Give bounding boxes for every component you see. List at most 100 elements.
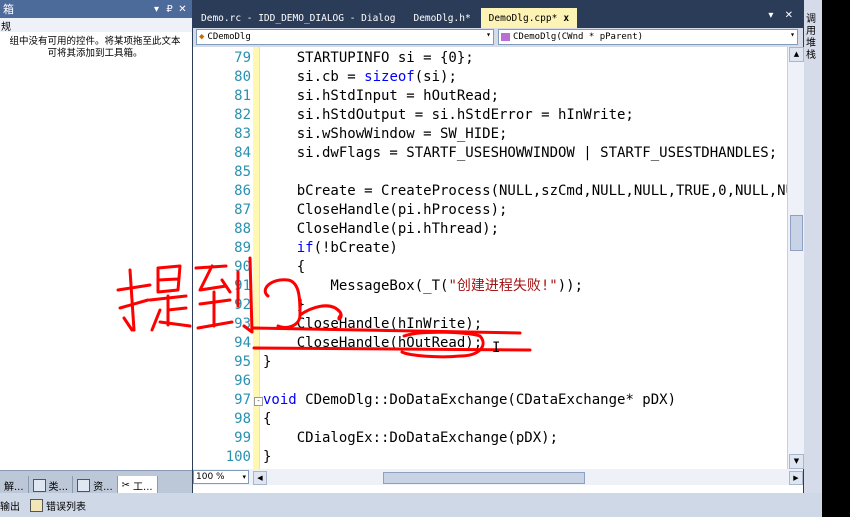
toolbox-panel: 箱 ▾ ₽ ✕ 规 组中没有可用的控件。将某项拖至此文本 可将其添加到工具箱。 …	[0, 0, 192, 494]
code-line[interactable]: MessageBox(_T("创建进程失败!"));	[263, 277, 787, 296]
code-line[interactable]: si.cb = sizeof(si);	[263, 68, 787, 87]
code-line[interactable]: }	[263, 353, 787, 372]
scroll-down-icon[interactable]: ▼	[789, 454, 804, 469]
tab-controls[interactable]: ▾ ✕	[768, 10, 797, 21]
screen-edge	[822, 0, 850, 517]
tab-error-list-label: 错误列表	[46, 501, 86, 513]
line-number: 86	[234, 183, 251, 199]
pin-icon[interactable]: ₽	[163, 4, 176, 15]
editor-bottom-bar: 100 % ▾ ◀ ▶	[193, 469, 803, 485]
tab-output-label: 输出	[0, 501, 20, 513]
code-line[interactable]: CloseHandle(pi.hProcess);	[263, 201, 787, 220]
code-line[interactable]: CloseHandle(pi.hThread);	[263, 220, 787, 239]
code-line[interactable]: si.hStdOutput = si.hStdError = hInWrite;	[263, 106, 787, 125]
document-tab-strip: Demo.rc - IDD_DEMO_DIALOG - Dialog DemoD…	[193, 0, 803, 28]
class-combo-value: CDemoDlg	[207, 32, 251, 42]
tab-resource-label: 资...	[93, 481, 113, 493]
line-number: 95	[234, 354, 251, 370]
toolbox-bottom-tabs: 解... 类... 资... ✂ 工...	[0, 470, 192, 494]
line-number: 100	[225, 449, 251, 465]
tools-icon: ✂	[121, 479, 131, 491]
keyword-token: if	[296, 240, 314, 256]
right-collapsed-panel: 调 用 堆 栈	[804, 0, 822, 493]
scroll-left-icon[interactable]: ◀	[253, 470, 267, 485]
line-number: 93	[234, 316, 251, 332]
code-line[interactable]: bCreate = CreateProcess(NULL,szCmd,NULL,…	[263, 182, 787, 201]
code-line[interactable]: {	[263, 258, 787, 277]
tab-toolbox-label: 工...	[133, 481, 153, 493]
tab-demodlg-h[interactable]: DemoDlg.h*	[405, 8, 478, 28]
line-number: 91	[234, 278, 251, 294]
method-icon	[501, 33, 510, 41]
line-number: 79	[234, 50, 251, 66]
method-combo[interactable]: CDemoDlg(CWnd * pParent) ▾	[498, 29, 798, 45]
code-line[interactable]: if(!bCreate)	[263, 239, 787, 258]
code-line[interactable]: {	[263, 410, 787, 429]
tab-demodlg-cpp[interactable]: DemoDlg.cpp* x	[480, 8, 578, 28]
fold-toggle-icon[interactable]: -	[254, 397, 263, 406]
tab-error-list[interactable]: 错误列表	[30, 498, 86, 513]
navigation-bar: ◆ CDemoDlg ▾ CDemoDlg(CWnd * pParent) ▾	[193, 28, 803, 47]
zoom-combo[interactable]: 100 % ▾	[193, 470, 249, 484]
close-icon[interactable]: ✕	[176, 4, 189, 15]
text-caret: I	[492, 340, 501, 356]
line-number: 83	[234, 126, 251, 142]
line-number: 89	[234, 240, 251, 256]
bottom-status-tabs: 输出 错误列表	[0, 493, 822, 517]
class-combo[interactable]: ◆ CDemoDlg ▾	[196, 29, 494, 45]
code-line[interactable]: }	[263, 448, 787, 467]
line-number: 84	[234, 145, 251, 161]
code-line[interactable]: void CDemoDlg::DoDataExchange(CDataExcha…	[263, 391, 787, 410]
category-label: 规	[1, 21, 11, 33]
line-number: 81	[234, 88, 251, 104]
close-tab-icon[interactable]: x	[563, 13, 569, 24]
tab-resource[interactable]: 资...	[73, 476, 118, 494]
tab-demo-rc-label: Demo.rc - IDD_DEMO_DIALOG - Dialog	[201, 12, 396, 24]
error-list-icon	[30, 498, 43, 512]
scroll-up-icon[interactable]: ▲	[789, 47, 804, 62]
tab-output[interactable]: 输出	[0, 498, 20, 513]
line-number: 80	[234, 69, 251, 85]
toolbox-category[interactable]: 规	[0, 18, 192, 33]
horizontal-scrollbar[interactable]: ◀ ▶	[253, 470, 803, 485]
string-token: "创建进程失败!"	[448, 278, 558, 294]
line-number: 99	[234, 430, 251, 446]
horizontal-scroll-thumb[interactable]	[383, 471, 585, 484]
scroll-right-icon[interactable]: ▶	[789, 470, 803, 485]
method-combo-value: CDemoDlg(CWnd * pParent)	[513, 32, 644, 42]
code-area[interactable]: 79 80 81 82 83 84 85 86 87 88 89 90 91 92 93 94 95 96 97 98…	[193, 47, 787, 469]
line-number: 85	[234, 164, 251, 180]
line-number: 98	[234, 411, 251, 427]
tab-demo-rc[interactable]: Demo.rc - IDD_DEMO_DIALOG - Dialog	[193, 8, 403, 28]
code-line[interactable]: si.wShowWindow = SW_HIDE;	[263, 125, 787, 144]
tab-class-label: 类...	[48, 481, 69, 493]
code-line[interactable]: si.dwFlags = STARTF_USESHOWWINDOW | STAR…	[263, 144, 787, 163]
chevron-down-icon: ▾	[486, 30, 491, 39]
code-line[interactable]: }	[263, 296, 787, 315]
tab-demodlg-cpp-label: DemoDlg.cpp*	[488, 12, 558, 24]
line-number: 82	[234, 107, 251, 123]
chevron-down-icon: ▾	[790, 30, 795, 39]
zoom-value: 100 %	[196, 472, 225, 482]
tab-class[interactable]: 类...	[29, 476, 74, 494]
code-line[interactable]: CloseHandle(hOutRead);	[263, 334, 787, 353]
code-line[interactable]: STARTUPINFO si = {0};	[263, 49, 787, 68]
line-number: 96	[234, 373, 251, 389]
toolbox-title: 箱	[3, 3, 14, 16]
line-number-gutter: 79 80 81 82 83 84 85 86 87 88 89 90 91 92 93 94 95 96 97 98…	[193, 47, 253, 469]
tab-toolbox[interactable]: ✂ 工...	[117, 476, 158, 494]
code-line[interactable]: si.hStdInput = hOutRead;	[263, 87, 787, 106]
toolbox-titlebar: 箱 ▾ ₽ ✕	[0, 0, 192, 18]
call-stack-tab[interactable]: 调 用 堆 栈	[806, 14, 820, 62]
code-line[interactable]: CDialogEx::DoDataExchange(pDX);	[263, 429, 787, 448]
line-number: 97	[234, 392, 251, 408]
dropdown-icon[interactable]: ▾	[150, 4, 163, 15]
keyword-token: void	[263, 392, 297, 408]
chevron-down-icon: ▾	[242, 473, 246, 481]
line-number: 90	[234, 259, 251, 275]
vertical-scrollbar[interactable]: ▲ ▼	[787, 47, 804, 469]
code-line[interactable]: CloseHandle(hInWrite);	[263, 315, 787, 334]
tab-solution[interactable]: 解...	[0, 476, 29, 494]
message-line-1: 组中没有可用的控件。将某项拖至此文本	[9, 36, 181, 47]
vertical-scroll-thumb[interactable]	[790, 215, 803, 251]
